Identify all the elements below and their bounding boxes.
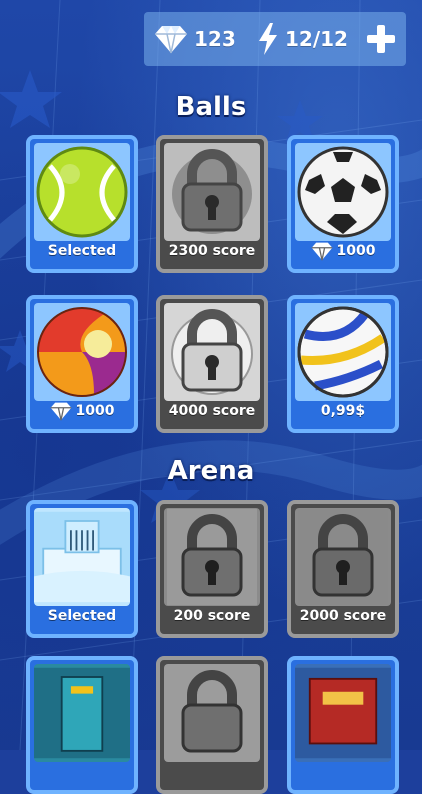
energy-count: 12/12 — [285, 27, 348, 51]
ice-arena-image — [34, 508, 130, 606]
ball-card-price: 1000 — [291, 239, 395, 263]
lock-icon — [164, 143, 260, 241]
arena-card-label: Selected — [47, 608, 117, 624]
ball-card-label: Selected — [47, 243, 117, 259]
arena-card-locked[interactable] — [156, 656, 268, 794]
energy-counter: 12/12 — [257, 22, 348, 56]
lightning-icon — [257, 22, 279, 56]
diamond-icon — [50, 401, 72, 421]
diamond-icon — [154, 22, 188, 56]
temple-arena-image — [295, 664, 391, 762]
arena-section-title: Arena — [167, 456, 255, 486]
volleyball-icon — [295, 303, 391, 401]
arena-card-locked-2000[interactable]: 2000 score — [287, 500, 399, 638]
gems-count: 123 — [194, 27, 236, 51]
ball-card-soccer[interactable]: 1000 — [287, 135, 399, 273]
tennis-ball-icon — [34, 143, 130, 241]
ball-card-label: 4000 score — [168, 403, 256, 419]
balls-section-title: Balls — [175, 92, 247, 122]
arena-card-label: 2000 score — [299, 608, 387, 624]
add-currency-button[interactable] — [362, 20, 400, 58]
ball-card-label: 2300 score — [168, 243, 256, 259]
ball-card-locked-2300[interactable]: 2300 score — [156, 135, 268, 273]
lock-icon — [164, 303, 260, 401]
beach-ball-icon — [34, 303, 130, 401]
ball-card-label: 1000 — [336, 243, 376, 259]
tech-arena-image — [34, 664, 130, 762]
arena-card-locked-200[interactable]: 200 score — [156, 500, 268, 638]
gems-counter: 123 — [154, 22, 236, 56]
arena-card-temple[interactable] — [287, 656, 399, 794]
arena-card-tech[interactable] — [26, 656, 138, 794]
ball-card-beach[interactable]: 1000 — [26, 295, 138, 433]
ball-card-price: 1000 — [30, 399, 134, 423]
ball-card-locked-4000[interactable]: 4000 score — [156, 295, 268, 433]
ball-card-label: 0,99$ — [320, 403, 366, 419]
ball-card-tennis[interactable]: Selected — [26, 135, 138, 273]
lock-icon — [164, 664, 260, 762]
currency-bar: 123 12/12 — [144, 12, 406, 66]
diamond-icon — [311, 241, 333, 261]
lock-icon — [295, 508, 391, 606]
soccer-ball-icon — [295, 143, 391, 241]
arena-card-label: 200 score — [173, 608, 251, 624]
ball-card-volleyball[interactable]: 0,99$ — [287, 295, 399, 433]
plus-icon — [367, 25, 395, 53]
arena-card-ice[interactable]: Selected — [26, 500, 138, 638]
ball-card-label: 1000 — [75, 403, 115, 419]
lock-icon — [164, 508, 260, 606]
